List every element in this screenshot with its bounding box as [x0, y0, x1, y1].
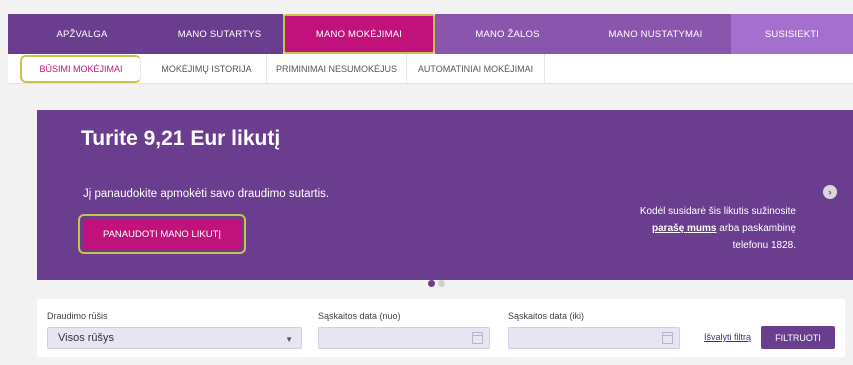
subtab-payment-reminders[interactable]: PRIMINIMAI NESUMOKĖJUS: [267, 54, 407, 84]
subtab-automatic-payments[interactable]: AUTOMATINIAI MOKĖJIMAI: [407, 54, 545, 84]
tab-overview[interactable]: APŽVALGA: [8, 14, 156, 54]
tab-my-settings[interactable]: MANO NUSTATYMAI: [580, 14, 731, 54]
tab-label: MANO MOKĖJIMAI: [315, 28, 403, 40]
insurance-type-value: Visos rūšys: [58, 332, 115, 344]
carousel-dots: [428, 280, 445, 287]
subtab-payment-history[interactable]: MOKĖJIMŲ ISTORIJA: [147, 54, 267, 84]
subtab-label: PRIMINIMAI NESUMOKĖJUS: [275, 64, 397, 74]
chevron-right-icon[interactable]: ›: [823, 185, 837, 199]
banner-title: Turite 9,21 Eur likutį: [81, 127, 281, 150]
insurance-type-select[interactable]: Visos rūšys ▼: [47, 327, 302, 349]
date-from-label: Sąskaitos data (nuo): [318, 311, 401, 321]
carousel-dot-active[interactable]: [428, 280, 435, 287]
date-from-input[interactable]: [318, 327, 490, 349]
banner-info: Kodėl susidarė šis likutis sužinosite pa…: [596, 203, 796, 254]
tab-label: MANO SUTARTYS: [177, 28, 262, 40]
chevron-down-icon: ▼: [285, 335, 293, 344]
tab-my-claims[interactable]: MANO ŽALOS: [435, 14, 580, 54]
insurance-type-label: Draudimo rūšis: [47, 311, 108, 321]
banner-info-line3: telefonu 1828.: [732, 240, 796, 251]
tab-label: SUSISIEKTI: [764, 28, 820, 40]
tab-my-contracts[interactable]: MANO SUTARTYS: [156, 14, 283, 54]
banner-subtitle: Jį panaudokite apmokėti savo draudimo su…: [83, 188, 330, 200]
tab-label: APŽVALGA: [56, 28, 108, 40]
date-to-label: Sąskaitos data (iki): [508, 311, 585, 321]
subtab-upcoming-payments[interactable]: BŪSIMI MOKĖJIMAI: [20, 55, 141, 83]
subtab-label: MOKĖJIMŲ ISTORIJA: [161, 64, 252, 74]
banner-info-line2: parašę mums arba paskambinę: [596, 220, 796, 237]
tab-my-payments[interactable]: MANO MOKĖJIMAI: [283, 14, 435, 54]
tab-contact[interactable]: SUSISIEKTI: [731, 14, 853, 54]
write-us-link[interactable]: parašę mums: [652, 223, 716, 234]
banner-info-line1: Kodėl susidarė šis likutis sužinosite: [639, 206, 796, 217]
banner-info-tail: arba paskambinę: [716, 223, 796, 234]
subtab-label: AUTOMATINIAI MOKĖJIMAI: [417, 64, 534, 74]
calendar-icon[interactable]: [662, 332, 673, 344]
carousel-dot[interactable]: [438, 280, 445, 287]
filters-panel: Draudimo rūšis Visos rūšys ▼ Sąskaitos d…: [37, 299, 845, 357]
date-to-input[interactable]: [508, 327, 680, 349]
calendar-icon[interactable]: [472, 332, 483, 344]
top-navigation: APŽVALGA MANO SUTARTYS MANO MOKĖJIMAI MA…: [8, 14, 853, 54]
reset-filter-link[interactable]: Išvalyti filtrą: [704, 332, 751, 342]
tab-label: MANO NUSTATYMAI: [608, 28, 703, 40]
balance-banner: Turite 9,21 Eur likutį Jį panaudokite ap…: [37, 110, 853, 280]
filter-button[interactable]: FILTRUOTI: [761, 326, 835, 349]
subtab-label: BŪSIMI MOKĖJIMAI: [39, 64, 123, 74]
use-balance-button-highlight: PANAUDOTI MANO LIKUTĮ: [78, 214, 246, 254]
tab-label: MANO ŽALOS: [475, 28, 540, 40]
use-balance-button[interactable]: PANAUDOTI MANO LIKUTĮ: [83, 219, 241, 249]
sub-navigation: BŪSIMI MOKĖJIMAI MOKĖJIMŲ ISTORIJA PRIMI…: [8, 54, 853, 84]
